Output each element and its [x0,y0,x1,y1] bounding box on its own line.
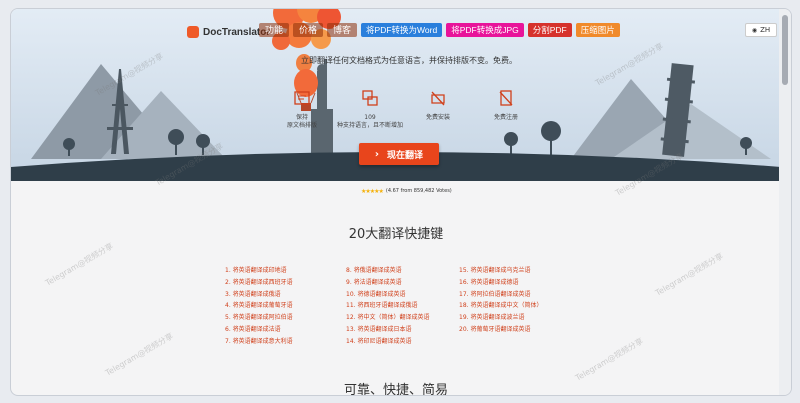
rating: ★★★★★ (4.67 from 859,482 Votes) [361,188,452,195]
pdf-to-jpg-button[interactable]: 将PDF转换成JPG [446,23,524,37]
translate-icon [362,90,378,106]
chat-icon: ◉ [751,26,758,34]
shortcut-link[interactable]: 4. 将英语翻译成葡萄牙语 [225,300,293,312]
shortcut-link[interactable]: 5. 将英语翻译成阿拉伯语 [225,312,293,324]
shortcut-link[interactable]: 10. 将德语翻译成英语 [346,289,429,301]
shortcut-link[interactable]: 20. 将葡萄牙语翻译成英语 [459,324,542,336]
rating-text: (4.67 from 859,482 Votes) [385,188,452,194]
shortcut-link[interactable]: 7. 将英语翻译成意大利语 [225,336,293,348]
pdf-to-word-button[interactable]: 将PDF转换为Word [361,23,443,37]
feature-keep-layout: 保持 原文档排版 [269,89,335,130]
hero-tagline: 立即翻译任何文档格式为任意语言，并保持排版不变。免费。 [301,56,517,65]
watermark: Telegram@视频分享 [103,331,175,378]
split-pdf-button[interactable]: 分割PDF [527,23,572,37]
translate-now-button[interactable]: › 现在翻译 [359,143,439,165]
shortcut-link[interactable]: 12. 将中文（简体）翻译成英语 [346,312,429,324]
shortcut-link[interactable]: 14. 将印尼语翻译成英语 [346,336,429,348]
shortcut-column-3: 15. 将英语翻译成乌克兰语 16. 将英语翻译成德语 17. 将阿拉伯语翻译成英语… [459,265,542,336]
feature-line1: 109 [364,114,376,121]
language-button[interactable]: ◉ ZH [745,23,777,37]
nav-link-pricing[interactable]: 价格 [293,23,324,37]
feature-free-install: 免费安装 [405,89,471,130]
shortcut-link[interactable]: 3. 将英语翻译成俄语 [225,289,293,301]
shortcut-link[interactable]: 15. 将英语翻译成乌克兰语 [459,265,542,277]
no-signup-icon [499,90,513,106]
next-section-title: 可靠、快捷、简易 [343,383,448,396]
shortcut-link[interactable]: 9. 将法语翻译成英语 [346,277,429,289]
watermark: Telegram@视频分享 [653,251,725,298]
hero-banner: DocTranslator 功能 价格 博客 将PDF转换为Word 将PDF转… [11,9,781,181]
layout-icon [294,91,310,105]
watermark: Telegram@视频分享 [573,336,645,383]
logo[interactable]: DocTranslator [187,26,270,38]
nav-link-features[interactable]: 功能 [259,23,290,37]
watermark: Telegram@视频分享 [43,241,115,288]
shortcut-link[interactable]: 6. 将英语翻译成法语 [225,324,293,336]
language-label: ZH [760,26,771,34]
shortcut-link[interactable]: 19. 将英语翻译成波兰语 [459,312,542,324]
logo-icon [187,26,199,38]
shortcut-link[interactable]: 1. 将英语翻译成印地语 [225,265,293,277]
scrollbar[interactable] [779,9,791,395]
shortcut-link[interactable]: 8. 将俄语翻译成英语 [346,265,429,277]
feature-line2: 免费安装 [425,114,450,121]
scrollbar-thumb[interactable] [782,15,788,85]
feature-line2: 原文档排版 [286,122,317,129]
shortcuts-title: 20大翻译快捷键 [348,227,444,242]
no-install-icon [431,91,445,106]
feature-line2: 种支持语言，且不断增加 [337,122,404,129]
shortcut-column-1: 1. 将英语翻译成印地语 2. 将英语翻译成西班牙语 3. 将英语翻译成俄语 4. 将… [225,265,293,348]
feature-free-register: 免费注册 [473,89,539,130]
feature-line2: 免费注册 [493,114,518,121]
feature-line1: 保持 [295,114,308,121]
feature-languages: 109 种支持语言，且不断增加 [337,89,403,130]
shortcut-link[interactable]: 18. 将英语翻译成中文（简体） [459,300,542,312]
browser-window: DocTranslator 功能 价格 博客 将PDF转换为Word 将PDF转… [10,8,792,396]
star-rating-icon: ★★★★★ [361,188,384,195]
arrow-right-icon: › [374,148,380,160]
translate-now-label: 现在翻译 [387,150,424,161]
shortcut-link[interactable]: 13. 将英语翻译成日本语 [346,324,429,336]
shortcut-link[interactable]: 16. 将英语翻译成德语 [459,277,542,289]
shortcut-link[interactable]: 11. 将西班牙语翻译成俄语 [346,300,429,312]
shortcut-link[interactable]: 2. 将英语翻译成西班牙语 [225,277,293,289]
shortcut-column-2: 8. 将俄语翻译成英语 9. 将法语翻译成英语 10. 将德语翻译成英语 11. 将西… [346,265,429,348]
feature-list: 保持 原文档排版 109 种支持语言，且不断增加 免费安装 免费注册 [269,89,539,130]
shortcut-link[interactable]: 17. 将阿拉伯语翻译成英语 [459,289,542,301]
compress-image-button[interactable]: 压缩图片 [575,23,620,37]
top-nav: 功能 价格 博客 将PDF转换为Word 将PDF转换成JPG 分割PDF 压缩… [259,23,620,37]
nav-link-blog[interactable]: 博客 [327,23,358,37]
